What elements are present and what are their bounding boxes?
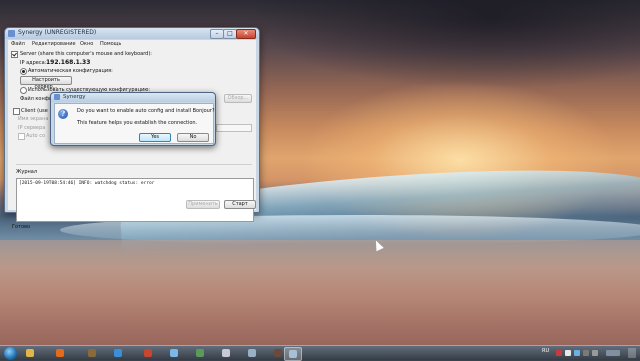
media-icon bbox=[88, 349, 96, 357]
taskbar-firefox-button[interactable] bbox=[52, 347, 68, 359]
clock-area[interactable] bbox=[606, 350, 620, 356]
browse-button[interactable]: Обзор... bbox=[224, 94, 252, 103]
dialog-title: Synergy bbox=[63, 94, 86, 100]
menu-bar: Файл Редактирование Окно Помощь bbox=[8, 40, 256, 48]
taskbar-app9-button[interactable] bbox=[244, 347, 260, 359]
configure-server-button[interactable]: Настроить сервер... bbox=[20, 76, 72, 90]
config-file-label: Файл конфи bbox=[20, 96, 53, 102]
dialog-titlebar[interactable]: Synergy bbox=[51, 93, 215, 102]
client-checkbox-label: Client (use bbox=[21, 108, 48, 114]
window-title: Synergy (UNREGISTERED) bbox=[18, 29, 97, 36]
taskbar-ie-button[interactable] bbox=[110, 347, 126, 359]
auto-config-client-label: Auto co bbox=[26, 133, 46, 139]
start-button-orb[interactable] bbox=[4, 347, 17, 360]
auto-config-label: Автоматическая конфигурация: bbox=[28, 68, 113, 74]
menu-help[interactable]: Помощь bbox=[100, 40, 121, 48]
taskbar-media-button[interactable] bbox=[84, 347, 100, 359]
menu-window[interactable]: Окно bbox=[80, 40, 93, 48]
ie-icon bbox=[114, 349, 122, 357]
server-ip-input[interactable] bbox=[216, 124, 252, 132]
log-label: Журнал bbox=[16, 169, 38, 175]
ip-server-label: IP сервера bbox=[18, 125, 46, 131]
start-button[interactable]: Старт bbox=[224, 200, 256, 209]
apply-button[interactable]: Применить bbox=[186, 200, 220, 209]
no-button[interactable]: No bbox=[177, 133, 209, 142]
maximize-button[interactable]: □ bbox=[223, 29, 237, 39]
app5-icon bbox=[144, 349, 152, 357]
taskbar-app8-button[interactable] bbox=[218, 347, 234, 359]
screen-name-label: Имя экрана bbox=[18, 116, 49, 122]
use-existing-config-radio[interactable] bbox=[20, 87, 27, 94]
synergy-icon bbox=[289, 350, 297, 358]
app6-icon bbox=[170, 349, 178, 357]
taskbar-app5-button[interactable] bbox=[140, 347, 156, 359]
tray-icon-3[interactable] bbox=[574, 350, 580, 356]
menu-file[interactable]: Файл bbox=[11, 40, 25, 48]
network-icon[interactable] bbox=[583, 350, 589, 356]
wallpaper-clouds bbox=[250, 0, 640, 90]
app7-icon bbox=[196, 349, 204, 357]
language-indicator[interactable]: RU bbox=[542, 348, 549, 354]
volume-icon[interactable] bbox=[592, 350, 598, 356]
close-button[interactable]: ✕ bbox=[236, 29, 256, 39]
taskbar-explorer-button[interactable] bbox=[22, 347, 38, 359]
taskbar-app6-button[interactable] bbox=[166, 347, 182, 359]
dialog-body: ? Do you want to enable auto config and … bbox=[54, 103, 215, 144]
explorer-icon bbox=[26, 349, 34, 357]
server-checkbox-label: Server (share this computer's mouse and … bbox=[20, 51, 152, 57]
synergy-dialog-icon bbox=[54, 94, 60, 100]
dialog-question: Do you want to enable auto config and in… bbox=[77, 108, 215, 114]
auto-config-client-checkbox[interactable] bbox=[18, 133, 25, 140]
window-titlebar[interactable]: Synergy (UNREGISTERED) – □ ✕ bbox=[5, 28, 259, 39]
server-checkbox[interactable] bbox=[11, 51, 18, 58]
yes-button[interactable]: Yes bbox=[139, 133, 171, 142]
app10-icon bbox=[274, 349, 282, 357]
tray-icon-2[interactable] bbox=[565, 350, 571, 356]
ip-label: IP адреса: bbox=[20, 60, 47, 66]
taskbar: RU bbox=[0, 345, 640, 361]
status-text: Готово bbox=[12, 224, 31, 230]
show-desktop-button[interactable] bbox=[628, 348, 636, 358]
client-checkbox[interactable] bbox=[13, 108, 20, 115]
wallpaper-beach bbox=[0, 240, 640, 345]
auto-config-radio[interactable] bbox=[20, 68, 27, 75]
tray-icon-1[interactable] bbox=[556, 350, 562, 356]
bonjour-dialog: Synergy ? Do you want to enable auto con… bbox=[50, 92, 216, 146]
ip-value: 192.168.1.33 bbox=[46, 59, 91, 66]
firefox-icon bbox=[56, 349, 64, 357]
app9-icon bbox=[248, 349, 256, 357]
app8-icon bbox=[222, 349, 230, 357]
dialog-info: This feature helps you establish the con… bbox=[77, 120, 198, 126]
minimize-button[interactable]: – bbox=[210, 29, 224, 39]
divider bbox=[16, 164, 252, 165]
synergy-app-icon bbox=[8, 30, 15, 37]
menu-edit[interactable]: Редактирование bbox=[32, 40, 76, 48]
taskbar-synergy-button[interactable] bbox=[284, 347, 302, 361]
question-icon: ? bbox=[58, 109, 68, 119]
log-line: [2015-09-19T08:54:46] INFO: watchdog sta… bbox=[19, 181, 155, 186]
taskbar-app7-button[interactable] bbox=[192, 347, 208, 359]
